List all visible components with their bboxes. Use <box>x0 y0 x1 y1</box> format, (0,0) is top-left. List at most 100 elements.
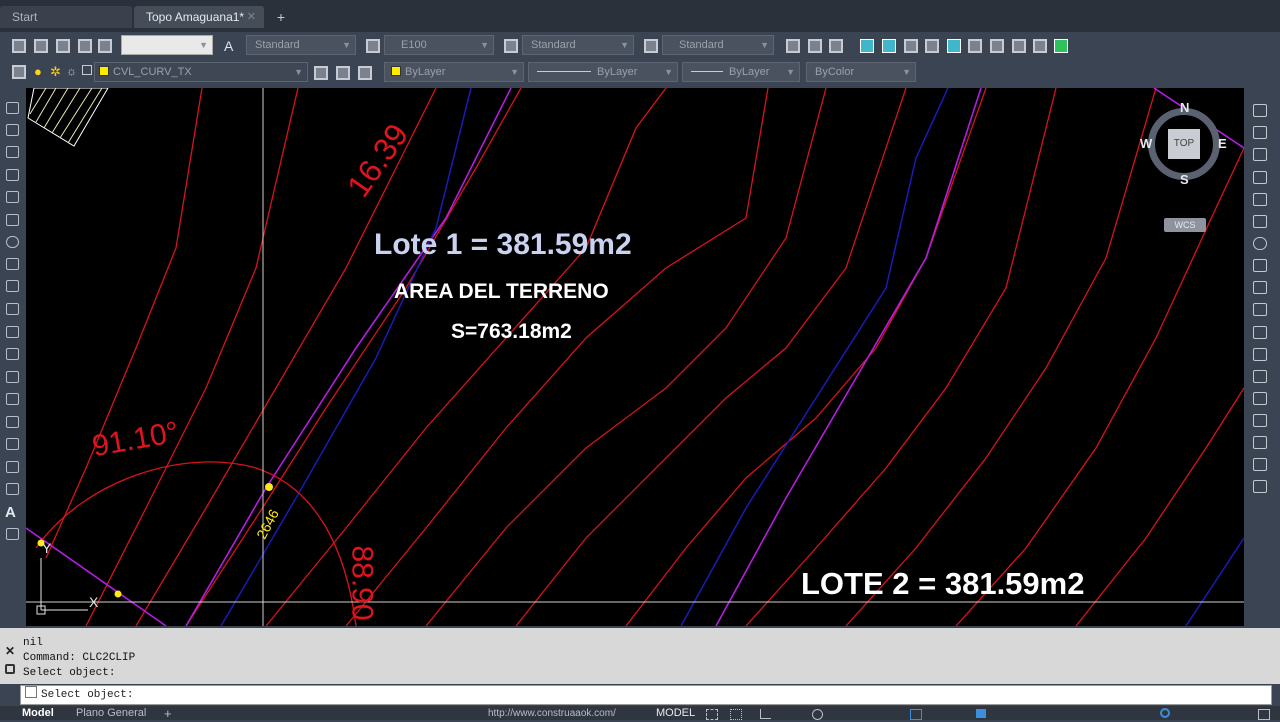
bulb-icon[interactable]: ● <box>34 64 48 79</box>
area-value[interactable]: S=763.18m2 <box>451 320 572 344</box>
close-icon[interactable]: ✕ <box>5 644 15 658</box>
break-point-icon[interactable] <box>1253 348 1267 361</box>
save-icon[interactable] <box>56 39 70 53</box>
drawing-viewport[interactable]: Lote 1 = 381.59m2 AREA DEL TERRENO S=763… <box>26 88 1244 626</box>
region-icon[interactable] <box>6 461 19 473</box>
add-layout-button[interactable]: + <box>164 706 172 721</box>
attribute-icon[interactable] <box>860 39 874 53</box>
wrench-icon[interactable] <box>5 664 15 674</box>
tab-model[interactable]: Model <box>22 707 54 721</box>
ellipse-icon[interactable] <box>6 303 19 315</box>
gradient-icon[interactable] <box>6 438 19 450</box>
break-icon[interactable] <box>1253 370 1267 383</box>
viewport-freeze-icon[interactable]: ☼ <box>66 64 80 78</box>
array-icon[interactable] <box>1253 193 1267 206</box>
insert-icon[interactable] <box>925 39 939 53</box>
trim-icon[interactable] <box>1253 303 1267 316</box>
hyperlink-icon[interactable] <box>1033 39 1047 53</box>
lote2-label[interactable]: LOTE 2 = 381.59m2 <box>801 566 1084 602</box>
make-block-icon[interactable] <box>6 371 19 383</box>
table-style-combo[interactable]: Standard ▼ <box>522 35 634 55</box>
workspace-icon[interactable] <box>1160 708 1170 718</box>
explode-icon[interactable] <box>1253 480 1267 493</box>
line-tool-icon[interactable] <box>6 102 19 114</box>
join-icon[interactable] <box>1253 392 1267 405</box>
compass-n[interactable]: N <box>1180 100 1189 115</box>
hatch-icon[interactable] <box>6 416 19 428</box>
tab-drawing[interactable]: Topo Amaguana1* ✕ <box>134 6 264 28</box>
color-combo[interactable]: ByLayer ▼ <box>384 62 524 82</box>
tab-start[interactable]: Start <box>0 6 132 28</box>
move-icon[interactable] <box>1253 215 1267 228</box>
layout-icon[interactable] <box>1054 39 1068 53</box>
compass-s[interactable]: S <box>1180 172 1189 187</box>
construction-line-icon[interactable] <box>6 124 19 136</box>
rotate-icon[interactable] <box>1253 237 1267 250</box>
add-selected-icon[interactable] <box>6 528 19 540</box>
insert-block-icon[interactable] <box>6 348 19 360</box>
viewcube[interactable]: TOP N S W E <box>1140 100 1228 190</box>
ortho-icon[interactable] <box>760 709 771 719</box>
layer-combo[interactable]: CVL_CURV_TX ▼ <box>94 62 308 82</box>
layer-manager-icon[interactable] <box>12 65 26 79</box>
new-tab-button[interactable]: + <box>272 9 290 25</box>
circle-icon[interactable] <box>6 236 19 248</box>
plotstyle-combo[interactable]: ByColor ▼ <box>806 62 916 82</box>
point-icon[interactable] <box>6 393 19 405</box>
osnap-icon[interactable] <box>910 709 922 720</box>
compass-e[interactable]: E <box>1218 136 1227 151</box>
compass-w[interactable]: W <box>1140 136 1152 151</box>
lock-icon[interactable] <box>82 65 92 75</box>
wcs-menu[interactable]: WCS <box>1164 218 1206 232</box>
blend-icon[interactable] <box>1253 458 1267 471</box>
annotation-icon[interactable] <box>976 709 986 718</box>
table-tool-icon[interactable] <box>6 483 19 495</box>
tab-layout-plano-general[interactable]: Plano General <box>76 707 146 721</box>
field-tool-icon[interactable] <box>829 39 843 53</box>
mtext-icon[interactable]: A <box>5 504 19 521</box>
command-input[interactable]: Select object: <box>20 685 1272 705</box>
model-space-button[interactable]: MODEL <box>656 707 695 721</box>
lote1-label[interactable]: Lote 1 = 381.59m2 <box>374 228 632 262</box>
layer-state-icon[interactable] <box>358 66 372 80</box>
print-icon[interactable] <box>78 39 92 53</box>
table-icon[interactable] <box>1012 39 1026 53</box>
rectangle-icon[interactable] <box>6 191 19 203</box>
close-icon[interactable]: ✕ <box>247 6 256 28</box>
layer-previous-icon[interactable] <box>336 66 350 80</box>
contour-label-bottom[interactable]: 88.90 <box>345 545 379 620</box>
chamfer-icon[interactable] <box>1253 414 1267 427</box>
area-title[interactable]: AREA DEL TERRENO <box>394 280 609 304</box>
clip-icon[interactable] <box>990 39 1004 53</box>
snap-icon[interactable] <box>730 709 742 720</box>
lineweight-combo[interactable]: ByLayer ▼ <box>682 62 800 82</box>
fullscreen-icon[interactable] <box>1258 709 1270 720</box>
fillet-icon[interactable] <box>1253 436 1267 449</box>
copy-icon[interactable] <box>1253 126 1267 139</box>
text-style-combo[interactable]: Standard ▼ <box>246 35 356 55</box>
block-icon[interactable] <box>904 39 918 53</box>
arc-icon[interactable] <box>6 214 19 226</box>
image-icon[interactable] <box>968 39 982 53</box>
grid-icon[interactable] <box>706 709 718 720</box>
polar-icon[interactable] <box>812 709 823 720</box>
mirror-icon[interactable] <box>1253 148 1267 161</box>
polyline-icon[interactable] <box>6 146 19 158</box>
mtext-tool-icon[interactable] <box>808 39 822 53</box>
xref-icon[interactable] <box>947 39 961 53</box>
stretch-icon[interactable] <box>1253 281 1267 294</box>
offset-icon[interactable] <box>1253 171 1267 184</box>
text-tool-icon[interactable] <box>786 39 800 53</box>
open-icon[interactable] <box>34 39 48 53</box>
mleader-style-combo[interactable]: Standard ▼ <box>662 35 774 55</box>
make-current-icon[interactable] <box>314 66 328 80</box>
new-icon[interactable] <box>12 39 26 53</box>
dim-style-combo[interactable]: E100 ▼ <box>384 35 494 55</box>
erase-icon[interactable] <box>1253 104 1267 117</box>
sun-icon[interactable]: ✲ <box>50 64 64 79</box>
attribute-edit-icon[interactable] <box>882 39 896 53</box>
preview-icon[interactable] <box>98 39 112 53</box>
polygon-icon[interactable] <box>6 169 19 181</box>
linetype-combo[interactable]: ByLayer ▼ <box>528 62 678 82</box>
scale-icon[interactable] <box>1253 259 1267 272</box>
